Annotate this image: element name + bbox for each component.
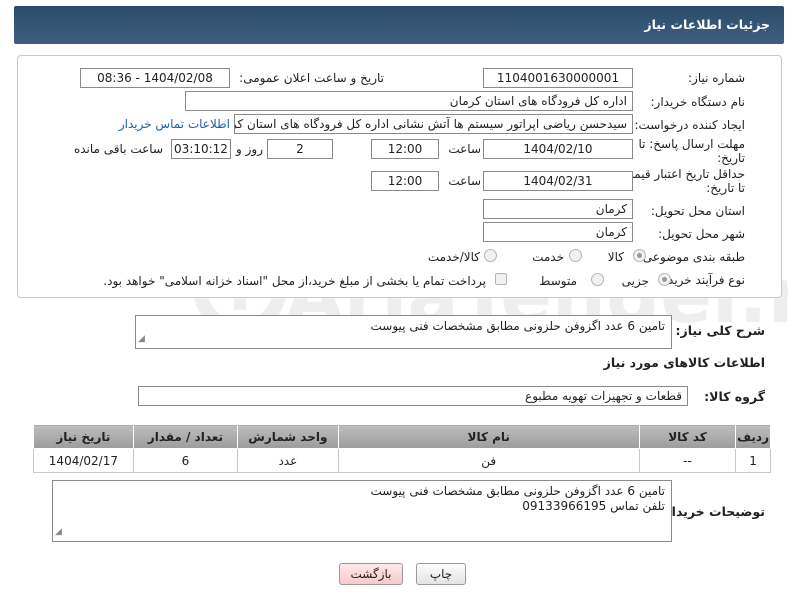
summary-text: تامین 6 عدد اگزوفن حلزونی مطابق مشخصات ف… xyxy=(370,319,666,333)
deadline-label-date: تاریخ: xyxy=(717,151,745,165)
goods-section-title: اطلاعات کالاهای مورد نیاز xyxy=(603,355,765,370)
buyer-notes-line1: تامین 6 عدد اگزوفن حلزونی مطابق مشخصات ف… xyxy=(370,484,666,498)
table-row[interactable]: 1 -- فن عدد 6 1404/02/17 xyxy=(33,448,771,473)
creator-field[interactable]: سیدحسن ریاضی اپراتور سیستم ها آتش نشانی … xyxy=(234,114,633,134)
buyer-contact-link[interactable]: اطلاعات تماس خریدار xyxy=(119,117,230,131)
deadline-time-label: ساعت xyxy=(448,142,481,156)
validity-date-field[interactable]: 1404/02/31 xyxy=(483,171,633,191)
category-label: طبقه بندی موضوعی: xyxy=(638,250,745,264)
col-quantity: تعداد / مقدار xyxy=(132,424,239,449)
buyer-org-field[interactable]: اداره کل فرودگاه های استان کرمان xyxy=(185,91,633,111)
cell-code: -- xyxy=(638,448,737,473)
creator-label: ایجاد کننده درخواست: xyxy=(634,118,745,132)
city-label: شهر محل تحویل: xyxy=(658,227,745,241)
process-option-medium: متوسط xyxy=(539,274,577,288)
summary-label: شرح کلی نیاز: xyxy=(675,323,765,338)
deadline-date-field[interactable]: 1404/02/10 xyxy=(483,139,633,159)
category-option-service: خدمت xyxy=(532,250,564,264)
cell-unit: عدد xyxy=(237,448,339,473)
category-radio-service[interactable] xyxy=(569,249,582,262)
need-number-label: شماره نیاز: xyxy=(688,71,745,85)
cell-quantity: 6 xyxy=(132,448,239,473)
cell-need-date: 1404/02/17 xyxy=(33,448,134,473)
category-radio-goods[interactable] xyxy=(633,249,646,262)
page-header: جزئیات اطلاعات نیاز xyxy=(14,6,784,44)
treasury-payment-note: پرداخت تمام یا بخشی از مبلغ خرید،از محل … xyxy=(103,274,486,288)
announce-date-field[interactable]: 1404/02/08 - 08:36 xyxy=(80,68,230,88)
goods-group-field[interactable]: قطعات و تجهیزات تهویه مطبوع xyxy=(138,386,688,406)
buyer-notes-line2: تلفن تماس 09133966195 xyxy=(522,499,665,513)
col-row: ردیف xyxy=(735,424,771,449)
days-remaining-field[interactable]: 2 xyxy=(267,139,333,159)
time-remaining-field[interactable]: 03:10:12 xyxy=(171,139,231,159)
col-need-date: تاریخ نیاز xyxy=(33,424,134,449)
resize-handle-icon[interactable]: ◢ xyxy=(138,332,145,347)
goods-table: ردیف کد کالا نام کالا واحد شمارش تعداد /… xyxy=(33,424,771,473)
col-name: نام کالا xyxy=(337,424,640,449)
category-option-both: کالا/خدمت xyxy=(427,250,480,264)
validity-time-field[interactable]: 12:00 xyxy=(371,171,439,191)
col-unit: واحد شمارش xyxy=(237,424,339,449)
resize-handle-icon[interactable]: ◢ xyxy=(55,525,62,540)
buyer-org-label: نام دستگاه خریدار: xyxy=(650,95,746,109)
goods-group-label: گروه کالا: xyxy=(704,389,765,404)
province-field[interactable]: کرمان xyxy=(483,199,633,219)
buyer-notes-textarea[interactable]: تامین 6 عدد اگزوفن حلزونی مطابق مشخصات ف… xyxy=(52,480,672,542)
category-radio-both[interactable] xyxy=(484,249,497,262)
process-radio-medium[interactable] xyxy=(591,273,604,286)
buyer-notes-label: توضیحات خریدار: xyxy=(659,504,765,519)
deadline-label: مهلت ارسال پاسخ: تا xyxy=(638,137,745,151)
announce-date-label: تاریخ و ساعت اعلان عمومی: xyxy=(239,71,384,85)
deadline-time-field[interactable]: 12:00 xyxy=(371,139,439,159)
back-button[interactable]: بازگشت xyxy=(339,563,403,585)
print-button[interactable]: چاپ xyxy=(416,563,466,585)
summary-textarea[interactable]: تامین 6 عدد اگزوفن حلزونی مطابق مشخصات ف… xyxy=(135,315,672,349)
days-label: روز و xyxy=(236,142,263,156)
process-radio-minor[interactable] xyxy=(658,273,671,286)
col-code: کد کالا xyxy=(638,424,737,449)
process-option-minor: جزیی xyxy=(621,274,649,288)
validity-label: حداقل تاریخ اعتبار قیمت: xyxy=(618,167,745,181)
process-label: نوع فرآیند خرید : xyxy=(660,273,745,287)
category-option-goods: کالا xyxy=(607,250,624,264)
time-remaining-label: ساعت باقی مانده xyxy=(73,142,163,156)
need-number-field[interactable]: 1104001630000001 xyxy=(483,68,633,88)
cell-name: فن xyxy=(337,448,640,473)
goods-table-header: ردیف کد کالا نام کالا واحد شمارش تعداد /… xyxy=(33,424,771,449)
page-title: جزئیات اطلاعات نیاز xyxy=(644,17,770,32)
treasury-payment-checkbox[interactable] xyxy=(495,273,507,285)
validity-label-date: تا تاریخ: xyxy=(706,181,745,195)
province-label: استان محل تحویل: xyxy=(650,204,745,218)
cell-row: 1 xyxy=(735,448,771,473)
city-field[interactable]: کرمان xyxy=(483,222,633,242)
validity-time-label: ساعت xyxy=(448,174,481,188)
